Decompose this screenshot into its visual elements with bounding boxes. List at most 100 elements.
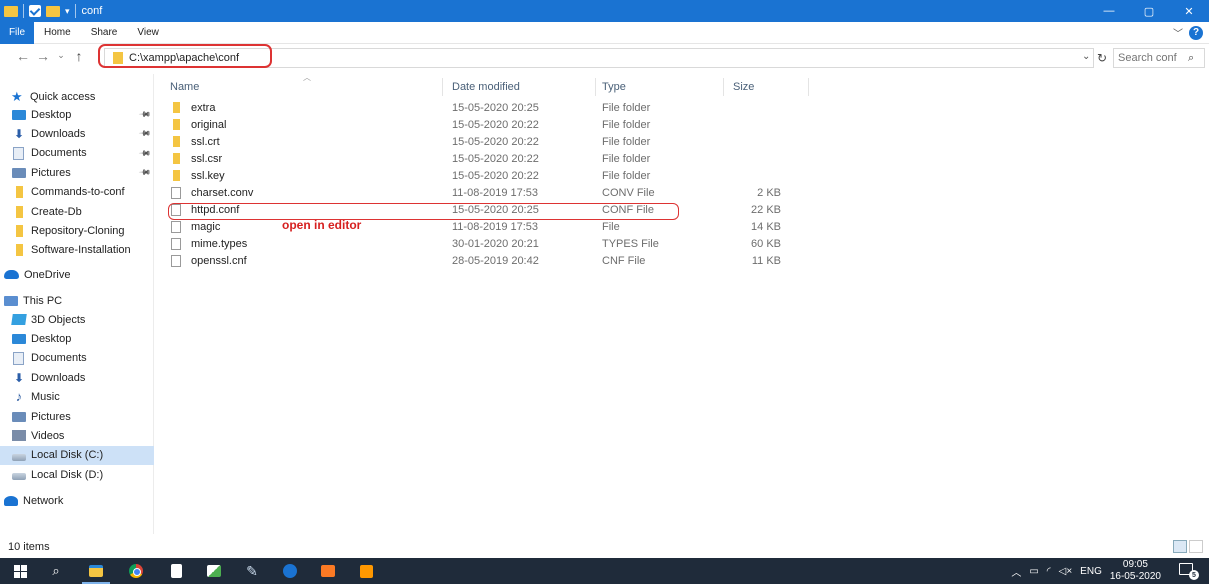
sidebar-item-this-pc[interactable]: This PC [0, 291, 154, 310]
large-icons-view-icon[interactable] [1189, 540, 1203, 553]
sidebar-item-pictures[interactable]: Pictures 📌 [0, 163, 154, 182]
file-row[interactable]: openssl.cnf 28-05-2019 20:42 CNF File 11 KB [170, 252, 810, 269]
search-box[interactable]: ⌕ [1113, 48, 1205, 68]
file-name-cell: original [170, 116, 226, 133]
column-header-type[interactable]: Type [602, 76, 626, 98]
sidebar-item-desktop[interactable]: Desktop [0, 329, 154, 348]
pin-icon[interactable]: 📌 [138, 108, 151, 121]
column-divider[interactable] [808, 78, 809, 96]
sidebar-item-3d-objects[interactable]: 3D Objects [0, 310, 154, 329]
clock[interactable]: 09:05 16-05-2020 [1110, 559, 1169, 583]
battery-icon[interactable]: ▭ [1029, 566, 1038, 577]
file-row[interactable]: ssl.key 15-05-2020 20:22 File folder [170, 167, 810, 184]
sidebar-item-label: Network [23, 494, 64, 507]
column-header-size[interactable]: Size [733, 76, 754, 98]
volume-muted-icon[interactable]: ◁× [1059, 566, 1073, 577]
up-arrow-icon[interactable]: ↑ [70, 48, 88, 64]
sidebar-item-create-db[interactable]: Create-Db [0, 202, 154, 221]
file-name: mime.types [191, 237, 248, 250]
tab-file[interactable]: File [0, 21, 34, 44]
details-view-icon[interactable] [1173, 540, 1187, 553]
paint-icon[interactable] [196, 558, 232, 584]
file-row[interactable]: magic 11-08-2019 17:53 File 14 KB [170, 218, 810, 235]
recent-locations-chevron-icon[interactable]: ⌄ [52, 50, 70, 61]
notepad-icon[interactable] [158, 558, 194, 584]
customize-toolbar-caret-icon[interactable]: ▾ [65, 6, 70, 17]
minimize-button[interactable]: — [1089, 0, 1129, 22]
file-row[interactable]: ssl.crt 15-05-2020 20:22 File folder [170, 133, 810, 150]
expand-ribbon-chevron-icon[interactable]: ﹀ [1173, 25, 1183, 40]
column-divider[interactable] [442, 78, 443, 96]
download-icon: ⬇ [13, 370, 25, 385]
sidebar-item-label: Create-Db [31, 205, 82, 218]
column-header-date[interactable]: Date modified [452, 76, 520, 98]
new-folder-icon[interactable] [46, 5, 60, 17]
sidebar-item-repository-cloning[interactable]: Repository-Cloning [0, 221, 154, 240]
sidebar-item-quick-access[interactable]: ★ Quick access [0, 87, 154, 106]
sidebar-item-music[interactable]: ♪ Music [0, 388, 154, 407]
file-size-cell [710, 133, 781, 150]
tab-share[interactable]: Share [81, 22, 128, 44]
close-button[interactable]: ✕ [1169, 0, 1209, 22]
show-hidden-icons-chevron-icon[interactable]: ︿ [1011, 564, 1021, 579]
refresh-icon[interactable]: ↻ [1093, 48, 1111, 68]
file-size-cell [710, 116, 781, 133]
maps-icon[interactable] [272, 558, 308, 584]
sidebar-item-local-disk-d[interactable]: Local Disk (D:) [0, 465, 154, 484]
sidebar-item-videos[interactable]: Videos [0, 426, 154, 445]
tab-view[interactable]: View [127, 22, 169, 44]
sidebar-item-network[interactable]: Network [0, 491, 154, 510]
pin-icon[interactable]: 📌 [138, 127, 151, 140]
sidebar-item-downloads[interactable]: ⬇ Downloads 📌 [0, 124, 154, 143]
pin-icon[interactable]: 📌 [138, 166, 151, 179]
app-icon[interactable]: ✎ [234, 558, 270, 584]
file-row[interactable]: ssl.csr 15-05-2020 20:22 File folder [170, 150, 810, 167]
pin-icon[interactable]: 📌 [138, 147, 151, 160]
file-explorer-icon[interactable] [78, 558, 114, 584]
chrome-icon[interactable] [118, 558, 154, 584]
search-input[interactable] [1118, 52, 1188, 64]
sidebar-item-downloads[interactable]: ⬇ Downloads [0, 368, 154, 387]
search-icon[interactable]: ⌕ [38, 558, 74, 584]
sidebar-item-commands-to-conf[interactable]: Commands-to-conf [0, 183, 154, 202]
forward-arrow-icon[interactable]: → [34, 48, 52, 64]
clock-time: 09:05 [1122, 559, 1148, 570]
file-name-cell: openssl.cnf [170, 252, 247, 269]
search-icon[interactable]: ⌕ [1188, 52, 1194, 65]
file-row[interactable]: original 15-05-2020 20:22 File folder [170, 116, 810, 133]
sidebar-item-local-disk-c[interactable]: Local Disk (C:) [0, 445, 154, 465]
file-name: original [191, 118, 227, 131]
column-header-name[interactable]: Name [170, 76, 199, 98]
sidebar-item-software-installation[interactable]: Software-Installation [0, 241, 154, 260]
help-icon[interactable]: ? [1189, 25, 1203, 40]
sidebar-item-pictures[interactable]: Pictures [0, 407, 154, 426]
column-divider[interactable] [595, 78, 596, 96]
sidebar-item-label: Local Disk (D:) [31, 468, 104, 481]
file-name: charset.conv [191, 186, 254, 199]
sublime-icon[interactable] [348, 558, 384, 584]
file-row[interactable]: extra 15-05-2020 20:25 File folder [170, 99, 810, 116]
wifi-icon[interactable]: ◜ [1047, 566, 1051, 577]
folder-icon [173, 170, 180, 181]
properties-icon[interactable] [29, 5, 41, 17]
sidebar-item-label: Software-Installation [31, 244, 131, 257]
address-dropdown-chevron-icon[interactable]: ⌄ [1082, 51, 1090, 62]
start-icon[interactable] [2, 558, 38, 584]
tab-home[interactable]: Home [34, 22, 81, 44]
column-divider[interactable] [723, 78, 724, 96]
language-indicator[interactable]: ENG [1080, 566, 1102, 577]
file-row[interactable]: mime.types 30-01-2020 20:21 TYPES File 60 K… [170, 235, 810, 252]
xampp-icon[interactable] [310, 558, 346, 584]
sidebar-item-documents[interactable]: Documents [0, 349, 154, 368]
file-row[interactable]: charset.conv 11-08-2019 17:53 CONV File 2 K… [170, 184, 810, 201]
maximize-button[interactable]: ▢ [1129, 0, 1169, 22]
download-icon: ⬇ [13, 126, 25, 141]
sidebar-item-desktop[interactable]: Desktop 📌 [0, 105, 154, 124]
file-type-cell: File folder [602, 152, 651, 165]
back-arrow-icon[interactable]: ← [14, 48, 32, 64]
sidebar-item-onedrive[interactable]: OneDrive [0, 265, 154, 284]
file-icon [171, 237, 181, 250]
address-highlight-annotation [98, 44, 272, 68]
sidebar-item-documents[interactable]: Documents 📌 [0, 144, 154, 163]
notifications-icon[interactable]: 5 [1179, 563, 1199, 580]
